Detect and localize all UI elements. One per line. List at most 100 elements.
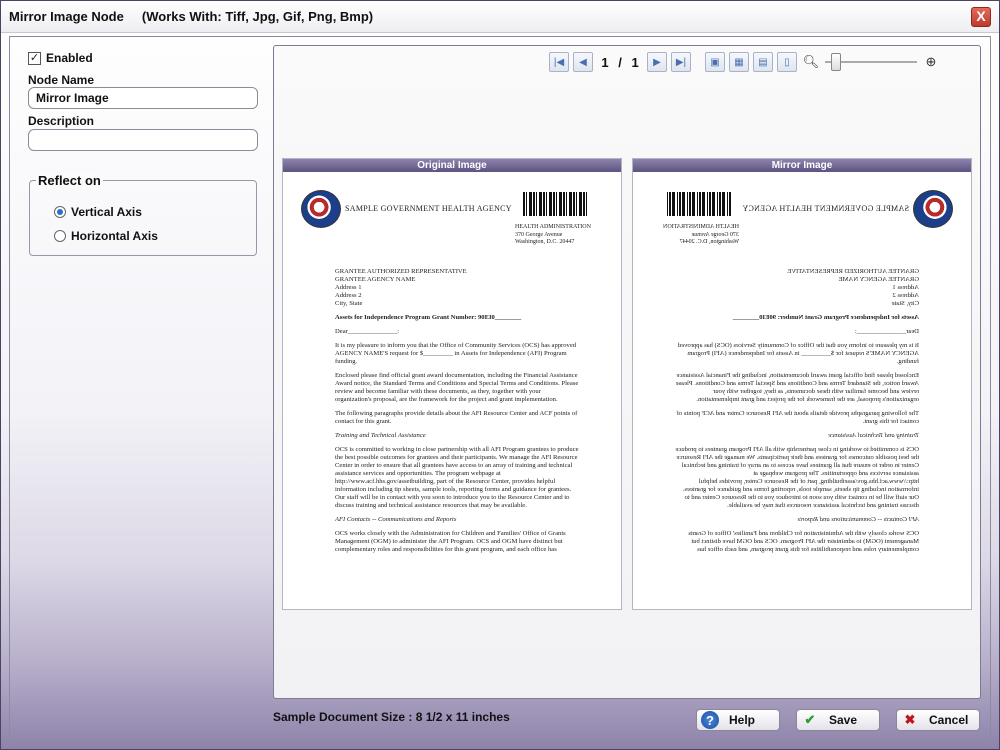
recipient-block: GRANTEE AUTHORIZED REPRESENTATIVE GRANTE…: [675, 268, 919, 308]
vertical-axis-radio[interactable]: [54, 206, 66, 218]
recipient-line: Address 1: [892, 284, 919, 291]
original-image-panel: Original Image SAMPLE GOVERNMENT HEALTH …: [282, 158, 622, 610]
section-heading: Training and Technical Assistance: [828, 432, 919, 439]
help-label: Help: [729, 713, 756, 727]
last-page-icon[interactable]: ▶|: [671, 52, 691, 72]
preview-area: |◀ ◀ 1 / 1 ▶ ▶| ▣ ▦ ▤ ▯ 🔍︎ ⊕ Original Im…: [273, 45, 981, 699]
recipient-line: GRANTEE AGENCY NAME: [335, 276, 416, 283]
zoom-slider-thumb[interactable]: [831, 53, 841, 71]
mirror-image-header: Mirror Image: [633, 159, 971, 172]
checkmark-icon: ✔: [804, 712, 816, 727]
first-page-icon[interactable]: |◀: [549, 52, 569, 72]
section-heading: AFI Contacts -- Communications and Repor…: [335, 516, 457, 523]
viewer-toolbar: |◀ ◀ 1 / 1 ▶ ▶| ▣ ▦ ▤ ▯ 🔍︎ ⊕: [549, 49, 969, 75]
paragraph: OCS is committed to working in close par…: [675, 446, 919, 509]
next-page-icon[interactable]: ▶: [647, 52, 667, 72]
letter-body: GRANTEE AUTHORIZED REPRESENTATIVE GRANTE…: [335, 268, 579, 560]
help-icon: ?: [701, 711, 719, 729]
address-line: Washington, D.C. 20447: [515, 239, 575, 245]
barcode-icon: [523, 192, 589, 216]
zoom-in-icon[interactable]: ⊕: [921, 52, 941, 72]
description-input[interactable]: [28, 129, 258, 151]
recipient-line: City, State: [335, 300, 363, 307]
paragraph: OCS works closely with the Administratio…: [688, 530, 919, 553]
save-label: Save: [829, 713, 858, 727]
paragraph: It is my pleasure to inform you that the…: [677, 342, 919, 365]
vertical-axis-option[interactable]: Vertical Axis: [54, 205, 142, 219]
recipient-block: GRANTEE AUTHORIZED REPRESENTATIVE GRANTE…: [335, 268, 579, 308]
paragraph: OCS works closely with the Administratio…: [335, 530, 566, 553]
window-title: Mirror Image Node (Works With: Tiff, Jpg…: [9, 9, 374, 24]
enabled-checkbox[interactable]: ✓: [28, 51, 41, 65]
paragraph: Enclosed please find official grant awar…: [335, 372, 579, 403]
actual-size-icon[interactable]: ▯: [777, 52, 797, 72]
description-label: Description: [28, 114, 95, 128]
grant-number-line: Assets for Independence Program Grant Nu…: [335, 314, 522, 321]
address-line: HEALTH ADMINISTRATION: [663, 224, 739, 230]
paragraph: Enclosed please find official grant awar…: [675, 372, 919, 403]
address-line: Washington, D.C. 20447: [679, 239, 739, 245]
title-bar: Mirror Image Node (Works With: Tiff, Jpg…: [1, 1, 999, 33]
vertical-axis-label: Vertical Axis: [71, 205, 142, 219]
zoom-slider[interactable]: [825, 53, 917, 71]
help-button[interactable]: ? Help: [696, 709, 780, 731]
recipient-line: Address 1: [335, 284, 362, 291]
agency-name: SAMPLE GOVERNMENT HEALTH AGENCY: [345, 204, 512, 213]
save-button[interactable]: ✔ Save: [796, 709, 880, 731]
agency-seal-icon: [913, 190, 953, 228]
cancel-button[interactable]: ✖ Cancel: [896, 709, 980, 731]
recipient-line: GRANTEE AUTHORIZED REPRESENTATIVE: [335, 268, 467, 275]
reflect-on-title: Reflect on: [36, 173, 103, 188]
horizontal-axis-label: Horizontal Axis: [71, 229, 158, 243]
current-page: 1: [601, 54, 609, 70]
dialog-content: ✓ Enabled Node Name Description Reflect …: [9, 36, 991, 741]
agency-seal-icon: [301, 190, 341, 228]
mirror-image-panel: Mirror Image SAMPLE GOVERNMENT HEALTH AG…: [632, 158, 972, 610]
original-document: SAMPLE GOVERNMENT HEALTH AGENCY HEALTH A…: [283, 172, 621, 610]
address-line: HEALTH ADMINISTRATION: [515, 224, 591, 230]
zoom-out-icon[interactable]: 🔍︎: [801, 52, 821, 72]
enabled-checkbox-row[interactable]: ✓ Enabled: [28, 51, 93, 65]
horizontal-axis-radio[interactable]: [54, 230, 66, 242]
recipient-line: Address 2: [892, 292, 919, 299]
mirror-document-page: SAMPLE GOVERNMENT HEALTH AGENCY HEALTH A…: [633, 172, 971, 610]
address-line: 370 George Avenue: [515, 231, 563, 238]
original-document-page: SAMPLE GOVERNMENT HEALTH AGENCY HEALTH A…: [283, 172, 621, 610]
cancel-x-icon: ✖: [904, 712, 916, 727]
section-heading: AFI Contacts -- Communications and Repor…: [797, 516, 919, 523]
total-pages: 1: [631, 54, 639, 70]
salutation: Dear_______________:: [854, 328, 919, 335]
page-separator: /: [618, 54, 622, 70]
horizontal-axis-option[interactable]: Horizontal Axis: [54, 229, 158, 243]
mirror-image-node-dialog: Mirror Image Node (Works With: Tiff, Jpg…: [0, 0, 1000, 750]
fit-width-icon[interactable]: ▦: [729, 52, 749, 72]
enabled-label: Enabled: [46, 51, 93, 65]
recipient-line: GRANTEE AUTHORIZED REPRESENTATIVE: [787, 268, 919, 275]
page-indicator: 1 / 1: [597, 55, 643, 70]
salutation: Dear_______________:: [335, 328, 400, 335]
recipient-line: GRANTEE AGENCY NAME: [838, 276, 919, 283]
sample-document-size: Sample Document Size : 8 1/2 x 11 inches: [273, 710, 510, 724]
node-name-input[interactable]: [28, 87, 258, 109]
close-button[interactable]: X: [971, 7, 991, 27]
grant-number-line: Assets for Independence Program Grant Nu…: [732, 314, 919, 321]
image-icon[interactable]: ▣: [705, 52, 725, 72]
letter-body: GRANTEE AUTHORIZED REPRESENTATIVE GRANTE…: [675, 268, 919, 560]
cancel-label: Cancel: [929, 713, 969, 727]
agency-address: HEALTH ADMINISTRATION 370 George Avenue …: [663, 224, 739, 247]
barcode-icon: [665, 192, 731, 216]
fit-page-icon[interactable]: ▤: [753, 52, 773, 72]
paragraph: The following paragraphs provide details…: [676, 410, 919, 425]
recipient-line: City, State: [891, 300, 919, 307]
original-image-header: Original Image: [283, 159, 621, 172]
agency-address: HEALTH ADMINISTRATION 370 George Avenue …: [515, 224, 591, 247]
reflect-on-group: Reflect on Vertical Axis Horizontal Axis: [29, 173, 257, 256]
mirror-document: SAMPLE GOVERNMENT HEALTH AGENCY HEALTH A…: [633, 172, 971, 610]
agency-name: SAMPLE GOVERNMENT HEALTH AGENCY: [742, 204, 909, 213]
recipient-line: Address 2: [335, 292, 362, 299]
section-heading: Training and Technical Assistance: [335, 432, 426, 439]
node-name-label: Node Name: [28, 73, 95, 87]
paragraph: The following paragraphs provide details…: [335, 410, 578, 425]
paragraph: OCS is committed to working in close par…: [335, 446, 579, 509]
prev-page-icon[interactable]: ◀: [573, 52, 593, 72]
